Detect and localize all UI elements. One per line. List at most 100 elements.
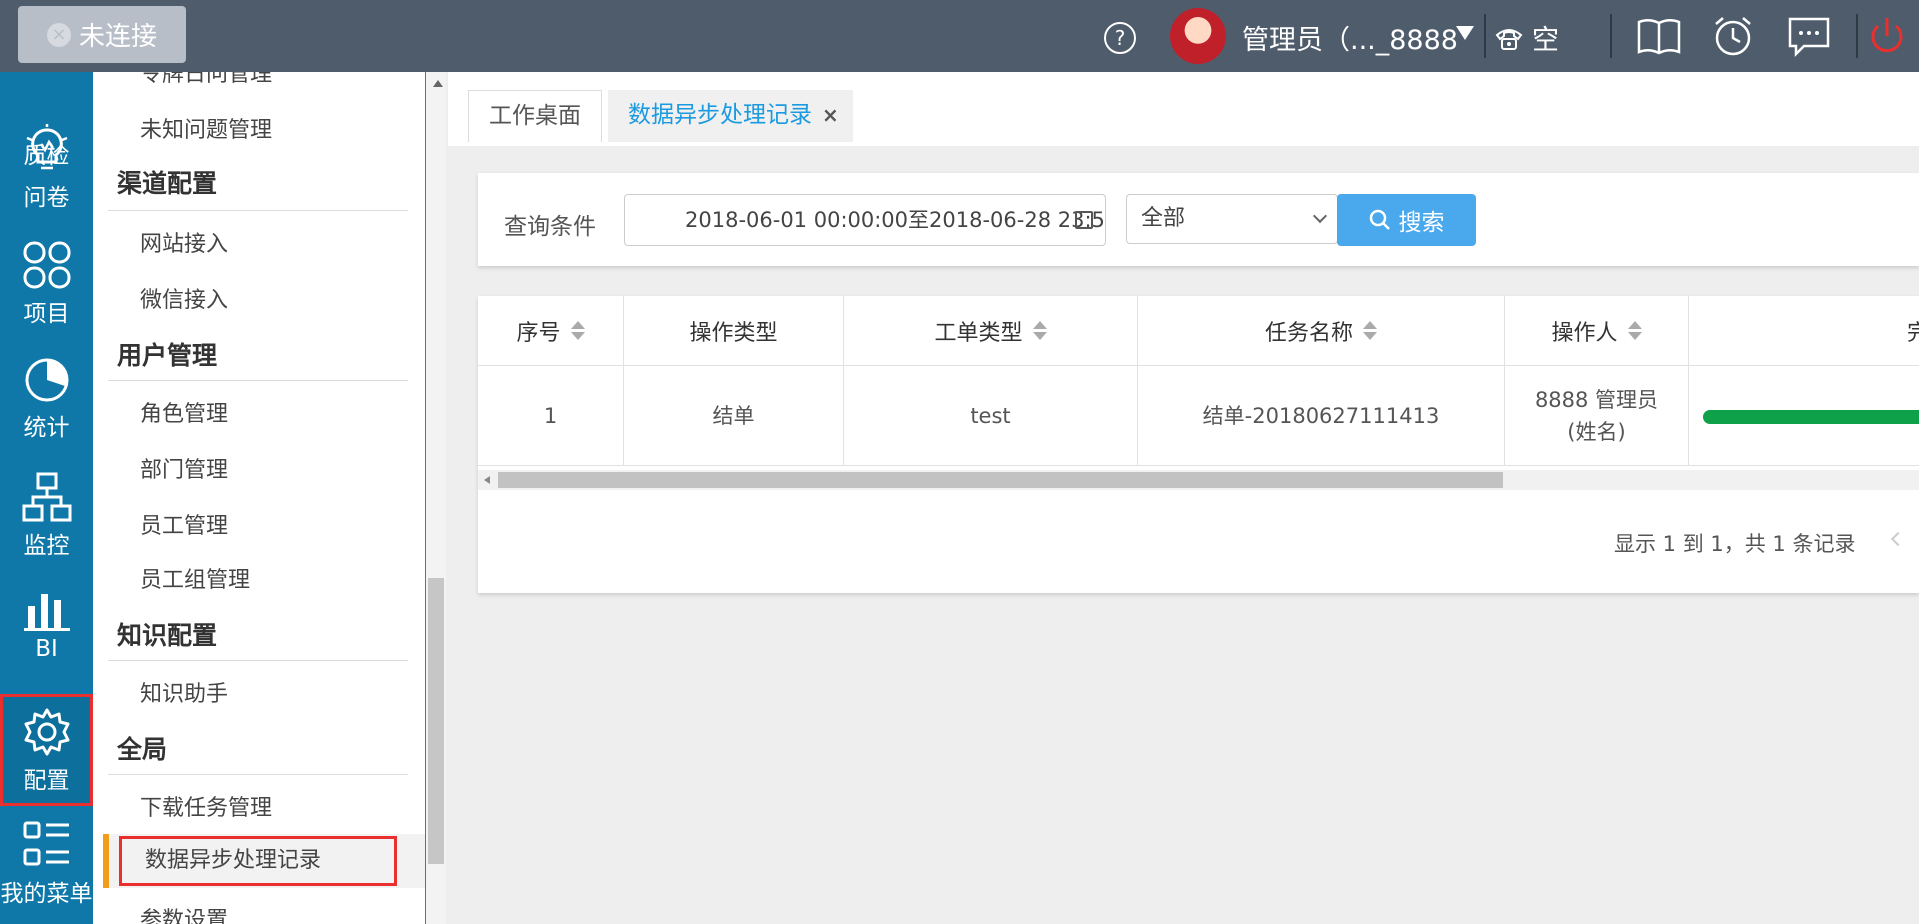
submenu-item-roles[interactable]: 角色管理 [140,396,228,428]
submenu-item-async-records[interactable]: 数据异步处理记录 [103,834,425,888]
sort-icon[interactable] [570,321,585,340]
scroll-up-arrow-icon[interactable] [433,80,443,87]
calendar-icon[interactable] [1075,211,1093,229]
submenu-item[interactable]: 令牌日问管理 [140,72,272,88]
table-horizontal-scrollbar[interactable] [478,470,1919,490]
phone-status[interactable]: 空 [1494,18,1559,57]
alarm-clock-icon[interactable] [1710,14,1756,58]
sort-icon[interactable] [1627,321,1642,340]
pagination-summary: 显示 1 到 1，共 1 条记录 [1614,532,1856,556]
connection-status-button[interactable]: × 未连接 [18,6,186,63]
cell-operator: 8888 管理员 (姓名) [1505,366,1689,466]
cell-ticket-type: test [844,366,1138,466]
chevron-down-icon [1312,208,1328,224]
close-circle-icon: × [46,22,71,47]
rail-item-label: 配置 [23,768,70,794]
user-name[interactable]: 管理员（..._8888 [1242,18,1458,57]
submenu-item-parameters[interactable]: 参数设置 [140,902,228,924]
section-title-global: 全局 [117,735,168,764]
scroll-left-arrow-icon[interactable] [484,476,490,484]
rail-item-survey[interactable]: 问卷 [0,124,93,236]
grid-icon [23,241,70,289]
highlight-box [119,836,397,886]
submenu-item-staff[interactable]: 员工管理 [140,508,228,540]
records-table-panel: 序号 操作类型 工单类型 任务名称 操作人 完 1 结单 test 结单-201… [478,296,1919,593]
submenu-item-unknown-questions[interactable]: 未知问题管理 [140,112,272,144]
search-panel: 查询条件 2018-06-01 00:00:00至2018-06-28 23:5… [478,173,1919,266]
cell-task-name: 结单-20180627111413 [1138,366,1505,466]
lightbulb-icon [26,124,67,170]
query-label: 查询条件 [504,214,596,240]
search-icon [1369,209,1390,230]
close-icon[interactable]: × [822,103,839,127]
rail-item-project[interactable]: 项目 [0,240,93,352]
rail-item-label: 统计 [23,415,70,441]
column-header-op-type: 操作类型 [624,296,844,366]
date-range-input[interactable]: 2018-06-01 00:00:00至2018-06-28 23:59:59 [624,194,1106,246]
submenu-item-knowledge-assistant[interactable]: 知识助手 [140,676,228,708]
submenu-scroll-thumb[interactable] [428,578,444,864]
column-header-index[interactable]: 序号 [478,296,624,366]
sort-icon[interactable] [1032,321,1047,340]
section-title-knowledge: 知识配置 [117,621,218,650]
chat-icon[interactable] [1786,14,1832,58]
submenu-item-download-tasks[interactable]: 下载任务管理 [140,790,272,822]
tab-async-records[interactable]: 数据异步处理记录 × [608,90,853,142]
list-icon [23,821,69,866]
column-header-label: 完 [1907,315,1919,347]
rail-item-label: 问卷 [23,185,70,211]
section-title-channel: 渠道配置 [117,169,218,198]
sort-icon[interactable] [1363,321,1377,340]
phone-status-label: 空 [1532,25,1559,56]
cell-op-type: 结单 [624,366,844,466]
gear-icon [24,708,69,756]
column-header-label: 操作类型 [689,320,778,346]
search-button[interactable]: 搜索 [1337,194,1476,246]
rail-item-label: 项目 [23,301,70,327]
operator-line: 8888 管理员 [1534,387,1659,412]
help-icon[interactable]: ? [1104,22,1136,54]
submenu-item-wechat[interactable]: 微信接入 [140,282,228,314]
table-scroll-thumb[interactable] [498,472,1503,488]
submenu-item-website[interactable]: 网站接入 [140,226,228,258]
column-header-task-name[interactable]: 任务名称 [1138,296,1505,366]
rail-item-label: BI [35,636,58,662]
avatar[interactable] [1170,8,1226,64]
org-chart-icon [22,472,71,522]
caret-down-icon[interactable] [1456,26,1474,40]
rail-item-label: 监控 [23,533,70,559]
tab-label: 数据异步处理记录 [628,102,812,128]
book-icon[interactable] [1636,14,1682,58]
search-button-label: 搜索 [1398,210,1445,236]
submenu-item-departments[interactable]: 部门管理 [140,452,228,484]
rail-item-statistics[interactable]: 统计 [0,356,93,468]
phone-icon [1495,28,1523,50]
submenu-item-staff-groups[interactable]: 员工组管理 [140,562,250,594]
tab-workbench[interactable]: 工作桌面 [468,90,602,142]
divider [108,660,408,661]
pie-chart-icon [25,358,68,402]
column-header-label: 工单类型 [934,320,1023,346]
date-range-value: 2018-06-01 00:00:00至2018-06-28 23:59:59 [685,208,1106,232]
status-select-value: 全部 [1141,206,1186,231]
divider [108,210,408,211]
operator-line: (姓名) [1567,419,1626,444]
active-marker [103,834,109,888]
power-icon[interactable] [1864,14,1910,58]
divider [108,380,408,381]
rail-item-label: 我的菜单 [0,881,93,907]
rail-item-my-menu[interactable]: 我的菜单 [0,820,93,924]
progress-bar [1703,410,1919,424]
rail-item-bi[interactable]: BI [0,588,93,700]
divider [1856,14,1858,58]
section-title-users: 用户管理 [117,341,218,370]
column-header-label: 序号 [516,320,561,346]
previous-page-icon[interactable] [1890,531,1906,547]
rail-item-config[interactable]: 配置 [0,694,93,806]
rail-item-monitor[interactable]: 监控 [0,472,93,584]
column-header-ticket-type[interactable]: 工单类型 [844,296,1138,366]
status-select[interactable]: 全部 [1126,194,1338,244]
bar-chart-icon [23,594,70,631]
column-header-operator[interactable]: 操作人 [1505,296,1689,366]
tab-strip: 工作桌面 数据异步处理记录 × [448,72,1919,146]
